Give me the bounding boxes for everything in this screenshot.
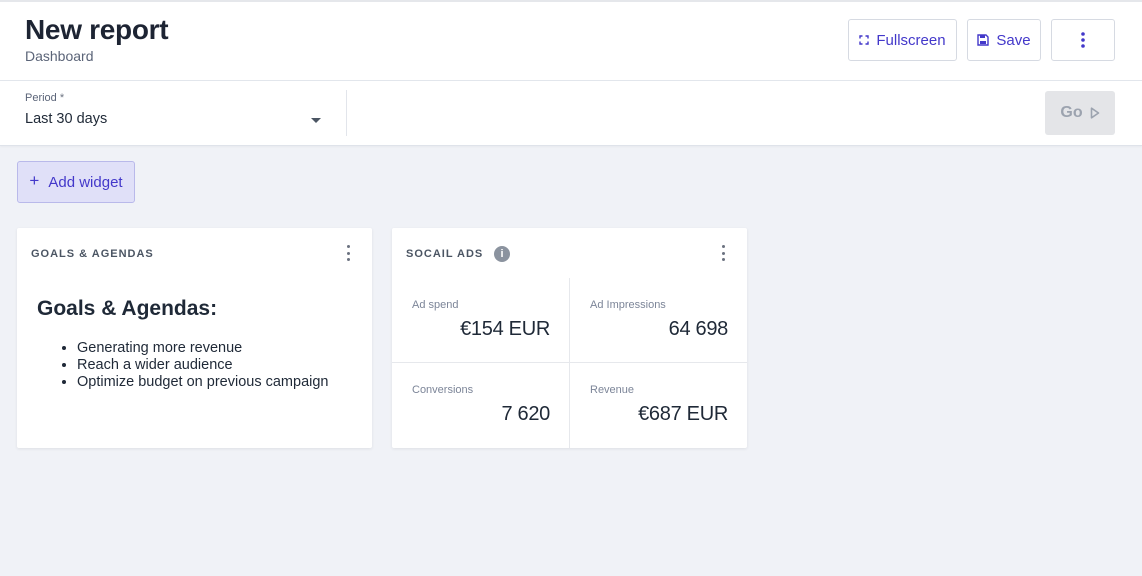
social-ads-widget: SOCAIL ADS i Ad spend €154 EUR Ad Impres… [392, 228, 747, 448]
add-widget-button[interactable]: + Add widget [17, 161, 135, 203]
widget-title: GOALS & AGENDAS [31, 248, 154, 260]
metric-value: €687 EUR [638, 403, 728, 425]
page-header: New report Dashboard Fullscreen Save [0, 2, 1142, 81]
metric-label: Ad Impressions [590, 299, 666, 311]
fullscreen-button[interactable]: Fullscreen [848, 19, 957, 61]
period-select[interactable]: Last 30 days [25, 111, 107, 127]
list-item: Reach a wider audience [77, 357, 328, 374]
save-button[interactable]: Save [967, 19, 1041, 61]
plus-icon: + [29, 171, 40, 190]
page-title: New report [25, 14, 169, 45]
go-label: Go [1060, 104, 1083, 121]
info-icon[interactable]: i [494, 246, 510, 262]
metric-ad-spend: Ad spend €154 EUR [392, 278, 570, 363]
kebab-menu-icon [1081, 32, 1085, 48]
metric-label: Ad spend [412, 299, 459, 311]
metric-value: €154 EUR [460, 318, 550, 340]
widget-title: SOCAIL ADS [406, 248, 484, 260]
metric-value: 7 620 [501, 403, 550, 425]
page-subtitle: Dashboard [25, 48, 94, 64]
metric-value: 64 698 [668, 318, 729, 340]
required-mark: * [59, 92, 65, 104]
kebab-menu-icon[interactable] [719, 245, 727, 261]
more-options-button[interactable] [1051, 19, 1115, 61]
metric-conversions: Conversions 7 620 [392, 363, 570, 448]
play-triangle-icon [1090, 107, 1100, 119]
save-icon [977, 34, 990, 46]
metric-label: Conversions [412, 384, 474, 396]
filter-divider [346, 90, 347, 136]
goals-heading: Goals & Agendas: [37, 297, 218, 320]
save-label: Save [996, 31, 1031, 49]
list-item: Generating more revenue [77, 340, 328, 357]
chevron-down-icon[interactable] [311, 118, 321, 123]
fullscreen-icon [859, 35, 870, 45]
period-label: Period * [25, 92, 64, 104]
go-button[interactable]: Go [1045, 91, 1115, 135]
kebab-menu-icon[interactable] [344, 245, 352, 261]
goals-list: Generating more revenue Reach a wider au… [77, 340, 328, 391]
filter-bar: Period * Last 30 days Go [0, 81, 1142, 146]
fullscreen-label: Fullscreen [876, 31, 946, 49]
list-item: Optimize budget on previous campaign [77, 374, 328, 391]
metric-label: Revenue [590, 384, 635, 396]
metric-ad-impressions: Ad Impressions 64 698 [570, 278, 747, 363]
goals-widget: GOALS & AGENDAS Goals & Agendas: Generat… [17, 228, 372, 448]
period-label-text: Period [25, 92, 57, 104]
metric-revenue: Revenue €687 EUR [570, 363, 747, 448]
add-widget-label: Add widget [48, 173, 123, 191]
